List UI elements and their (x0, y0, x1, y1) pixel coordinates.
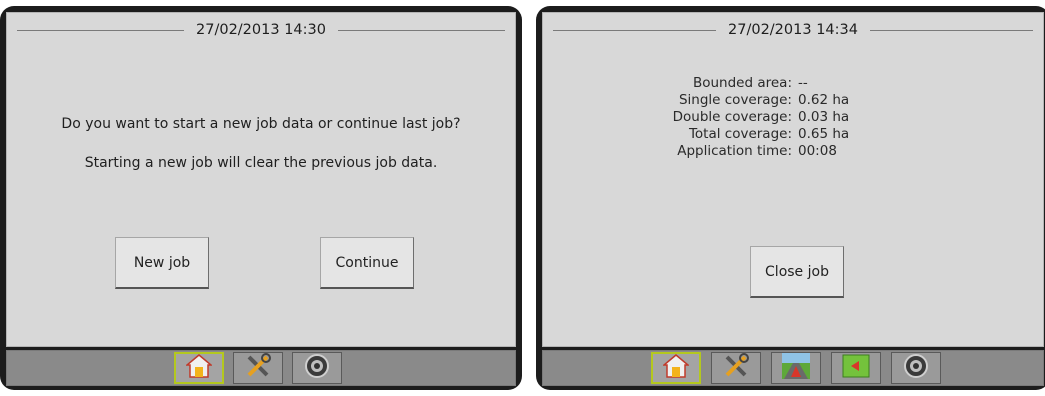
tools-icon (722, 353, 750, 383)
stat-row: Double coverage: 0.03 ha (543, 109, 1043, 126)
tab-field-view[interactable] (831, 352, 881, 384)
job-warning: Starting a new job will clear the previo… (84, 155, 438, 171)
title-row: 27/02/2013 14:34 (553, 19, 1033, 41)
camera-icon (903, 353, 929, 383)
tab-tools[interactable] (711, 352, 761, 384)
stat-value: 0.03 ha (798, 109, 850, 125)
new-job-button[interactable]: New job (115, 237, 209, 289)
right-screen: 27/02/2013 14:34 Bounded area: -- Single… (536, 6, 1045, 390)
tab-home[interactable] (651, 352, 701, 384)
datetime: 27/02/2013 14:34 (716, 19, 870, 41)
stat-label: Application time: (677, 143, 792, 159)
tab-home[interactable] (174, 352, 224, 384)
title-row: 27/02/2013 14:30 (17, 19, 505, 41)
stat-value: 0.62 ha (798, 92, 850, 108)
job-start-panel: 27/02/2013 14:30 Do you want to start a … (6, 12, 516, 347)
datetime: 27/02/2013 14:30 (184, 19, 338, 41)
stat-value: 00:08 (798, 143, 837, 159)
stat-label: Bounded area: (692, 75, 792, 91)
job-summary-panel: 27/02/2013 14:34 Bounded area: -- Single… (542, 12, 1044, 347)
stat-label: Total coverage: (688, 126, 792, 142)
job-question: Do you want to start a new job data or c… (61, 116, 461, 132)
tab-camera[interactable] (292, 352, 342, 384)
job-stats: Bounded area: -- Single coverage: 0.62 h… (543, 75, 1043, 160)
tab-tools[interactable] (233, 352, 283, 384)
stat-row: Single coverage: 0.62 ha (543, 92, 1043, 109)
tab-vehicle-view[interactable] (771, 352, 821, 384)
home-icon (184, 354, 214, 382)
continue-button[interactable]: Continue (320, 237, 414, 289)
stat-row: Bounded area: -- (543, 75, 1043, 92)
camera-icon (304, 353, 330, 383)
stat-row: Application time: 00:08 (543, 143, 1043, 160)
bottom-nav-bar (542, 350, 1044, 386)
stat-row: Total coverage: 0.65 ha (543, 126, 1043, 143)
stat-label: Double coverage: (672, 109, 792, 125)
tab-camera[interactable] (891, 352, 941, 384)
close-job-button[interactable]: Close job (750, 246, 844, 298)
tools-icon (244, 353, 272, 383)
field-view-icon (842, 354, 870, 382)
home-icon (661, 354, 691, 382)
bottom-nav-bar (6, 350, 516, 386)
left-screen: 27/02/2013 14:30 Do you want to start a … (0, 6, 522, 390)
stat-label: Single coverage: (678, 92, 792, 108)
vehicle-view-icon (782, 353, 810, 383)
stat-value: 0.65 ha (798, 126, 850, 142)
stat-value: -- (798, 75, 808, 91)
